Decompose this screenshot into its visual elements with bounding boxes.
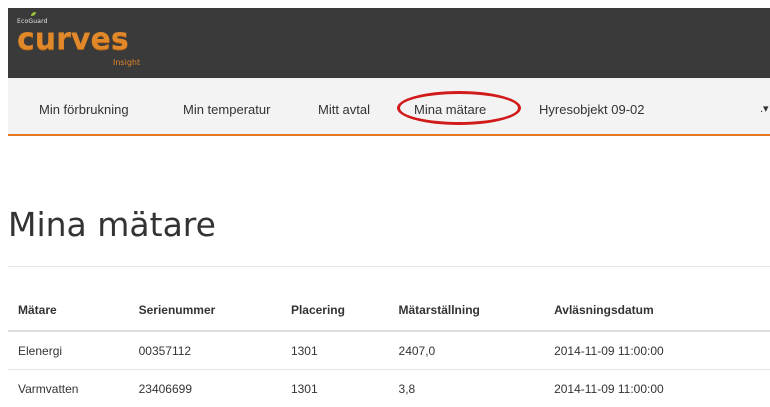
cell-placering: 1301	[280, 369, 389, 407]
cell-matare: Varmvatten	[8, 369, 129, 407]
nav-item-mitt-avtal[interactable]: Mitt avtal	[318, 102, 370, 117]
cell-matare: Elenergi	[8, 330, 129, 370]
cell-serienummer: 00357112	[128, 330, 281, 370]
meters-table: Mätare Serienummer Placering Mätarställn…	[8, 290, 770, 407]
nav-item-hyresobjekt[interactable]: Hyresobjekt 09-02	[539, 102, 645, 117]
nav-more-dropdown-icon[interactable]: .▾	[760, 102, 769, 115]
curves-insight-logo[interactable]: EcoGuard curves Insight	[17, 12, 147, 76]
table-row: Varmvatten 23406699 1301 3,8 2014-11-09 …	[8, 369, 770, 407]
title-divider	[8, 266, 770, 267]
nav-item-min-temperatur[interactable]: Min temperatur	[183, 102, 270, 117]
page-title: Mina mätare	[8, 205, 216, 244]
table-header-row: Mätare Serienummer Placering Mätarställn…	[8, 290, 770, 332]
cell-avlasningsdatum: 2014-11-09 11:00:00	[544, 369, 770, 407]
cell-serienummer: 23406699	[128, 369, 281, 407]
cell-matarstallning: 2407,0	[388, 330, 545, 370]
cell-avlasningsdatum: 2014-11-09 11:00:00	[544, 330, 770, 370]
nav-item-min-forbrukning[interactable]: Min förbrukning	[39, 102, 129, 117]
leaf-icon	[31, 12, 36, 16]
column-header-avlasningsdatum: Avläsningsdatum	[544, 290, 770, 332]
column-header-matarstallning: Mätarställning	[388, 290, 545, 332]
column-header-serienummer: Serienummer	[128, 290, 281, 332]
cell-placering: 1301	[280, 330, 389, 370]
table-row: Elenergi 00357112 1301 2407,0 2014-11-09…	[8, 330, 770, 370]
cell-matarstallning: 3,8	[388, 369, 545, 407]
logo-brand-main: curves	[17, 22, 129, 57]
app-header: EcoGuard curves Insight	[8, 8, 770, 78]
main-nav: Min förbrukning Min temperatur Mitt avta…	[8, 78, 770, 136]
column-header-matare: Mätare	[8, 290, 129, 332]
column-header-placering: Placering	[280, 290, 389, 332]
nav-item-mina-matare[interactable]: Mina mätare	[414, 102, 486, 117]
logo-brand-sub: Insight	[113, 58, 141, 67]
